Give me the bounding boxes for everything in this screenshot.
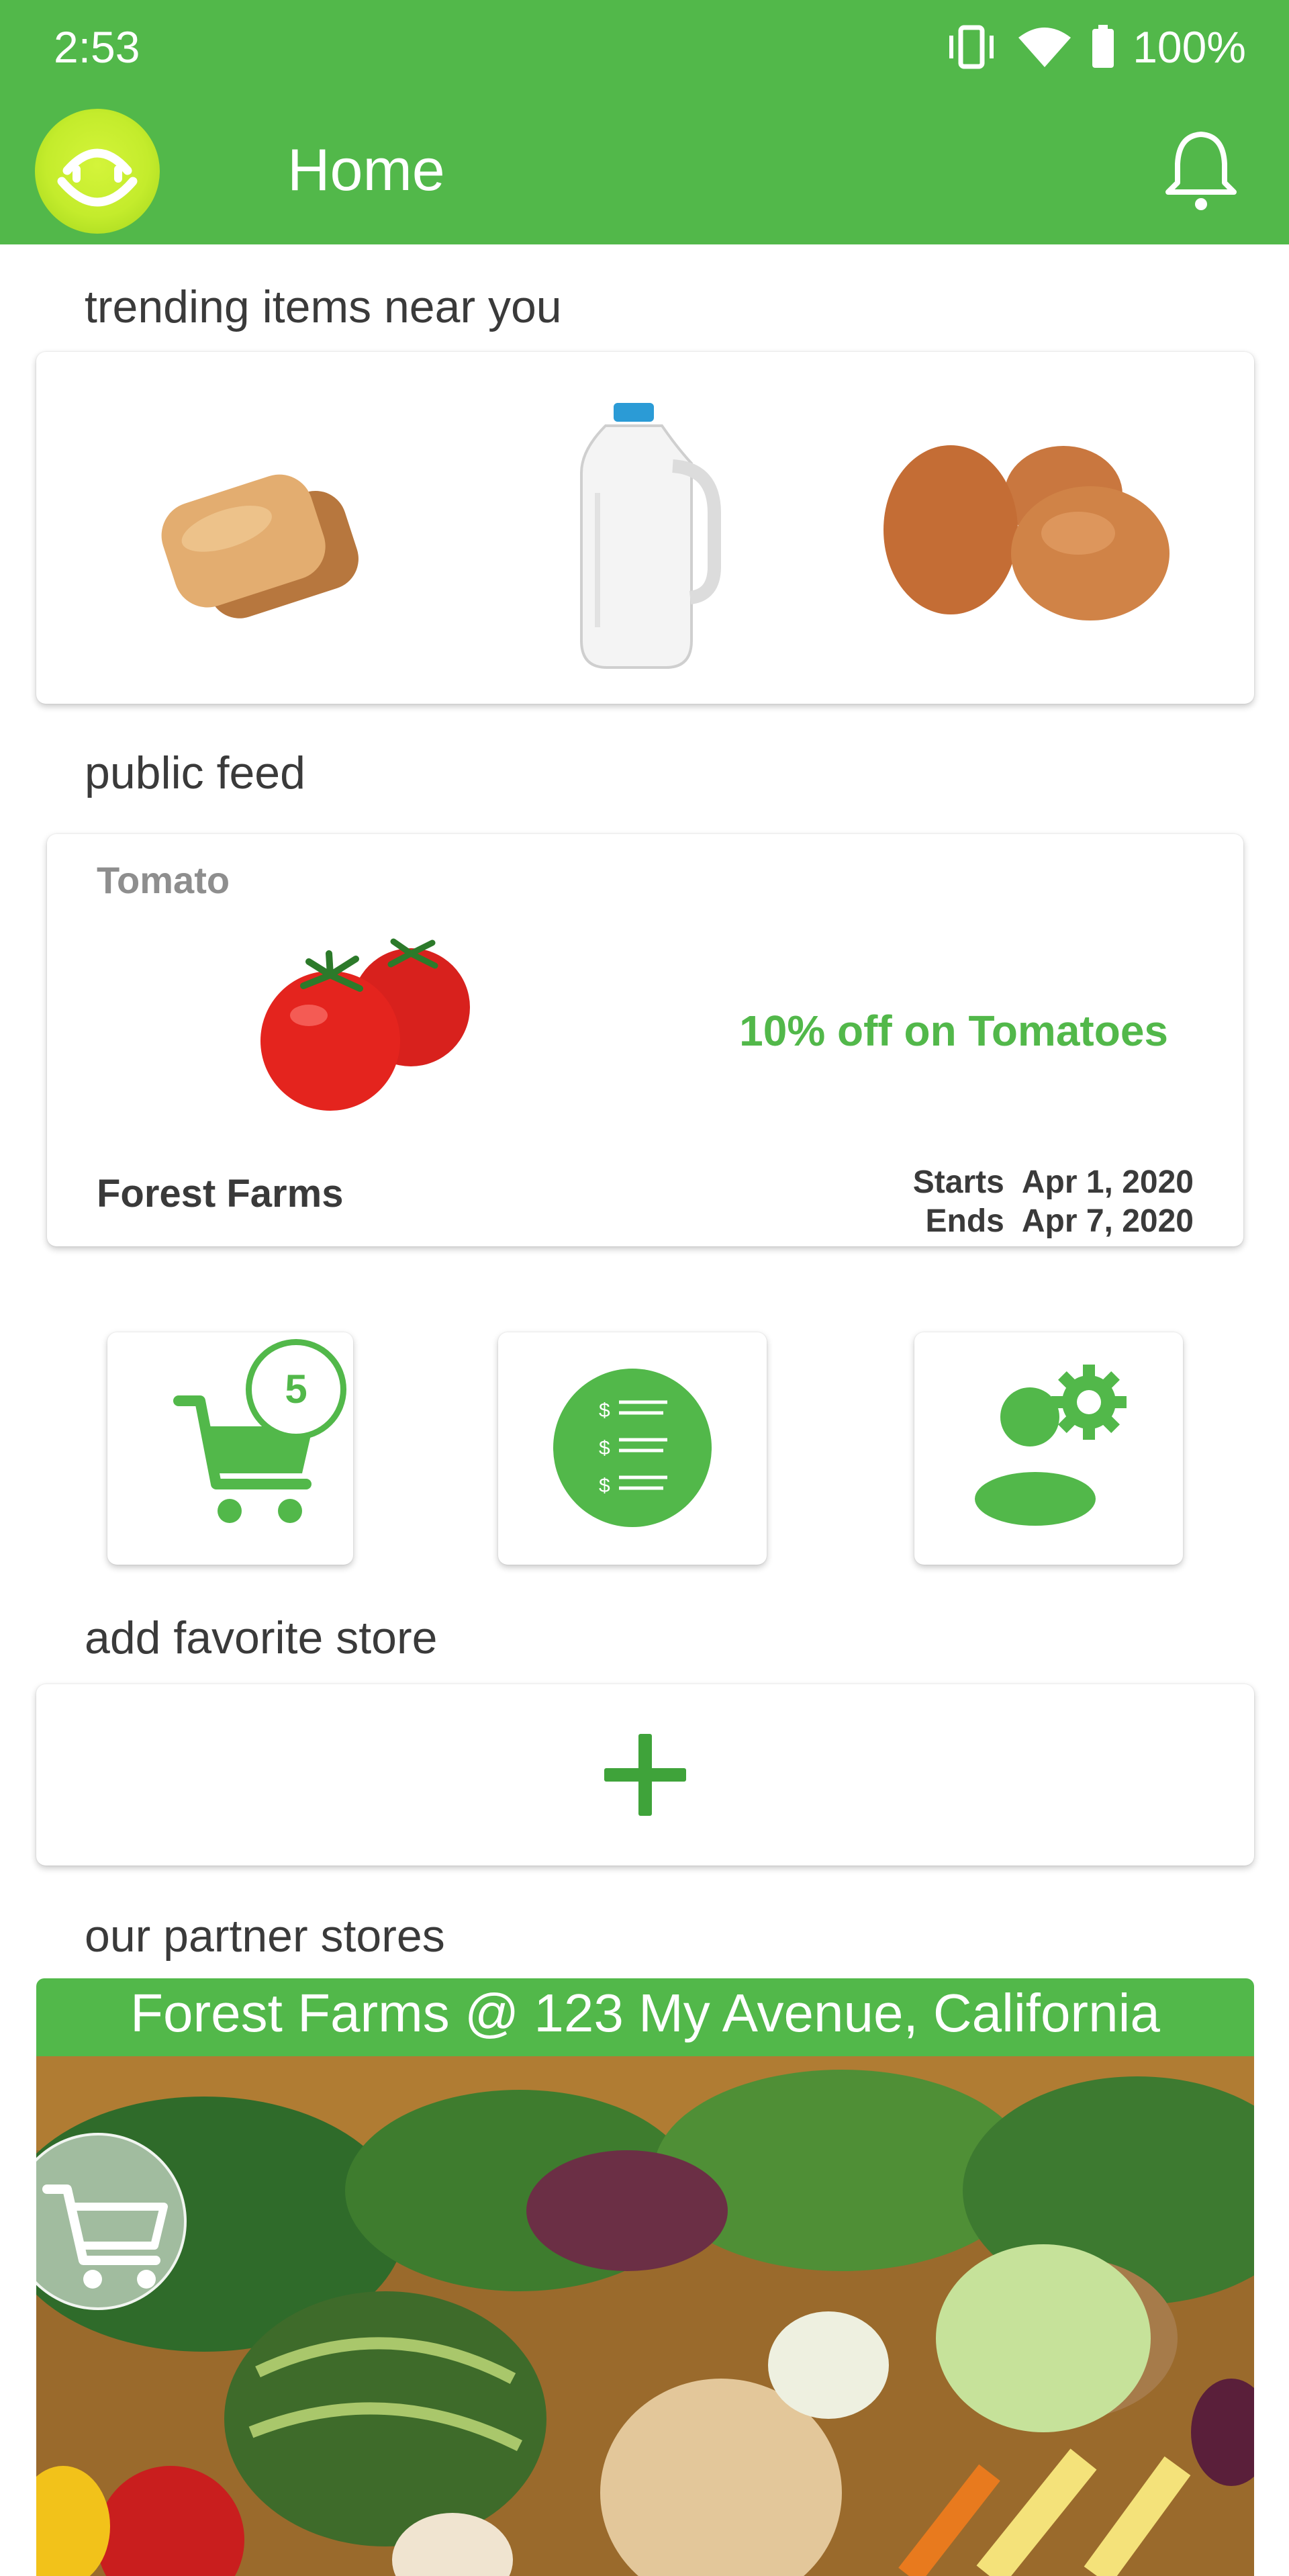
favorite-store-title: add favorite store	[85, 1612, 438, 1663]
feed-post-offer: 10% off on Tomatoes	[739, 1007, 1168, 1055]
cart-count: 5	[285, 1367, 307, 1412]
partner-stores-title: our partner stores	[85, 1911, 445, 1962]
feed-post-card[interactable]: Tomato 10% off on Tomatoes Forest Farms …	[47, 834, 1243, 1246]
battery-icon	[1092, 25, 1114, 68]
feed-title: public feed	[85, 747, 305, 798]
milk-jug-image[interactable]	[538, 399, 753, 674]
ends-label: Ends	[925, 1203, 1004, 1239]
svg-text:$: $	[599, 1437, 610, 1459]
cart-tile-button[interactable]: 5	[107, 1332, 353, 1565]
wifi-icon	[1018, 28, 1071, 67]
status-time: 2:53	[54, 22, 140, 72]
eggs-image[interactable]	[877, 432, 1186, 634]
cart-count-badge: 5	[246, 1339, 346, 1440]
starts-date: Apr 1, 2020	[1021, 1164, 1194, 1200]
app-logo[interactable]	[35, 109, 160, 234]
profile-settings-icon	[975, 1365, 1127, 1526]
status-bar: 2:53 100%	[0, 0, 1289, 94]
tomato-image	[260, 938, 470, 1111]
trending-card	[36, 352, 1254, 704]
price-list-icon: $ $ $	[553, 1369, 712, 1527]
bell-icon[interactable]	[1157, 126, 1245, 214]
add-favorite-store-button[interactable]	[36, 1684, 1254, 1866]
svg-text:$: $	[599, 1399, 610, 1422]
starts-label: Starts	[912, 1164, 1004, 1200]
app-bar: Home	[0, 94, 1289, 244]
partner-store-name[interactable]: Forest Farms @ 123 My Avenue, California	[36, 1978, 1254, 2056]
feed-post-store[interactable]: Forest Farms	[97, 1171, 343, 1216]
partner-store-image[interactable]	[36, 2056, 1254, 2576]
vibrate-icon	[949, 25, 994, 69]
svg-text:$: $	[599, 1475, 610, 1497]
trending-title: trending items near you	[85, 281, 562, 332]
bread-image[interactable]	[122, 392, 391, 661]
vegetables-image	[36, 2056, 1254, 2576]
profile-settings-tile-button[interactable]	[914, 1332, 1183, 1565]
page-title: Home	[287, 136, 445, 203]
feed-post-category: Tomato	[97, 859, 230, 901]
ends-date: Apr 7, 2020	[1021, 1203, 1194, 1239]
status-icons: 100%	[945, 20, 1246, 74]
floating-cart-button[interactable]	[9, 2133, 187, 2310]
feed-post-dates: Starts Apr 1, 2020 Ends Apr 7, 2020	[913, 1163, 1194, 1241]
smiley-basket-logo	[57, 148, 138, 207]
battery-percent: 100%	[1133, 22, 1246, 72]
price-list-tile-button[interactable]: $ $ $	[498, 1332, 767, 1565]
plus-icon	[604, 1734, 686, 1816]
cart-icon	[42, 2184, 168, 2289]
